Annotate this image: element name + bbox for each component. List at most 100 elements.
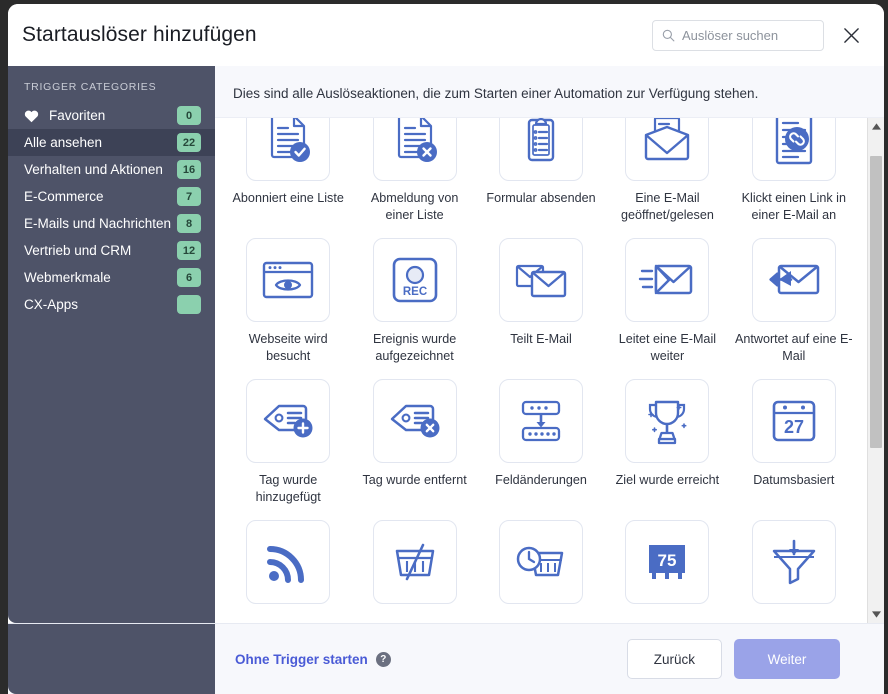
header-actions bbox=[652, 19, 872, 51]
sidebar-item-label: Favoriten bbox=[49, 108, 106, 123]
sidebar-item-count-badge: 0 bbox=[177, 106, 201, 125]
sidebar-item-label: Alle ansehen bbox=[24, 135, 103, 150]
trigger-card-label: Abonniert eine Liste bbox=[232, 191, 344, 205]
trigger-card-label: Tag wurde hinzugefügt bbox=[255, 473, 321, 504]
trigger-card-tile[interactable] bbox=[751, 238, 836, 322]
trigger-card-label: Webseite wird besucht bbox=[248, 332, 328, 363]
score-75-icon: 75 bbox=[643, 539, 691, 585]
sidebar-item-verhalten-und-aktionen[interactable]: Verhalten und Aktionen 16 bbox=[8, 156, 215, 183]
sidebar-heading: TRIGGER CATEGORIES bbox=[24, 81, 157, 93]
trigger-card-label: Leitet eine E-Mail weiter bbox=[618, 332, 717, 363]
scroll-up-arrow-icon[interactable] bbox=[868, 118, 884, 135]
trigger-card-tile[interactable]: 75 bbox=[625, 520, 710, 604]
trigger-grid-scroll: Abonniert eine Liste Abmeldung von einer … bbox=[215, 118, 867, 623]
svg-text:27: 27 bbox=[784, 417, 804, 437]
start-without-trigger-label: Ohne Trigger starten bbox=[235, 651, 368, 667]
sidebar-item-count-badge: 6 bbox=[177, 268, 201, 287]
trigger-card[interactable]: Klickt einen Link in einer E-Mail an bbox=[731, 118, 857, 228]
trigger-card[interactable]: Abonniert eine Liste bbox=[225, 118, 351, 228]
footer-content: Ohne Trigger starten ? Zurück Weiter bbox=[215, 624, 862, 694]
sidebar-item-count-badge: 7 bbox=[177, 187, 201, 206]
back-button[interactable]: Zurück bbox=[626, 639, 722, 679]
close-icon[interactable] bbox=[838, 22, 864, 48]
page-title: Startauslöser hinzufügen bbox=[22, 23, 257, 46]
help-icon[interactable]: ? bbox=[375, 651, 391, 667]
trigger-card-tile[interactable] bbox=[372, 520, 457, 604]
trigger-card-tile[interactable]: REC bbox=[372, 238, 457, 322]
trigger-card-tile[interactable] bbox=[498, 379, 583, 463]
forward-envelope-icon bbox=[638, 258, 696, 302]
trigger-card[interactable]: REC Ereignis wurde aufgezeichnet bbox=[351, 232, 477, 369]
trigger-card[interactable]: Teilt E-Mail bbox=[478, 232, 604, 369]
trigger-card[interactable]: Antwortet auf eine E-Mail bbox=[731, 232, 857, 369]
scroll-down-arrow-icon[interactable] bbox=[868, 606, 884, 623]
trigger-card-tile[interactable] bbox=[625, 238, 710, 322]
trigger-card-tile[interactable] bbox=[246, 238, 331, 322]
trigger-card[interactable]: Feldänderungen bbox=[478, 373, 604, 510]
main-subtitle: Dies sind alle Auslöseaktionen, die zum … bbox=[215, 66, 884, 117]
next-button[interactable]: Weiter bbox=[734, 639, 840, 679]
trigger-card[interactable]: 75 bbox=[604, 514, 730, 617]
sidebar-item-label: Vertrieb und CRM bbox=[24, 243, 132, 258]
trigger-card-tile[interactable] bbox=[625, 118, 710, 181]
sidebar-item-vertrieb-und-crm[interactable]: Vertrieb und CRM 12 bbox=[8, 237, 215, 264]
trigger-card[interactable] bbox=[225, 514, 351, 617]
sidebar-item-alle-ansehen[interactable]: Alle ansehen 22 bbox=[8, 129, 215, 156]
trigger-card[interactable]: Abmeldung von einer Liste bbox=[351, 118, 477, 228]
trigger-card[interactable]: Webseite wird besucht bbox=[225, 232, 351, 369]
trigger-card[interactable]: Eine E-Mail geöffnet/gelesen bbox=[604, 118, 730, 228]
trigger-card-tile[interactable] bbox=[372, 118, 457, 181]
footer-buttons: Zurück Weiter bbox=[626, 639, 840, 679]
rss-icon bbox=[264, 538, 312, 586]
sidebar-item-count-badge: 12 bbox=[177, 241, 201, 260]
trigger-card[interactable]: 27 Datumsbasiert bbox=[731, 373, 857, 510]
sidebar-item-cx-apps[interactable]: CX-Apps bbox=[8, 291, 215, 318]
trigger-card-tile[interactable]: 27 bbox=[751, 379, 836, 463]
trigger-card-label: Abmeldung von einer Liste bbox=[370, 191, 459, 222]
sidebar-item-e-mails-und-nachrichten[interactable]: E-Mails und Nachrichten 8 bbox=[8, 210, 215, 237]
trigger-grid: Abonniert eine Liste Abmeldung von einer … bbox=[215, 118, 867, 617]
trigger-card-tile[interactable] bbox=[751, 520, 836, 604]
search-box[interactable] bbox=[652, 19, 824, 51]
reply-envelope-icon bbox=[765, 258, 823, 302]
vertical-scrollbar[interactable] bbox=[867, 118, 884, 623]
trigger-card[interactable]: Formular absenden bbox=[478, 118, 604, 228]
trigger-card[interactable]: Tag wurde hinzugefügt bbox=[225, 373, 351, 510]
trigger-card-label: Formular absenden bbox=[486, 191, 596, 205]
sidebar-item-label: Verhalten und Aktionen bbox=[24, 162, 163, 177]
trigger-card[interactable] bbox=[731, 514, 857, 617]
sidebar-item-label: E-Commerce bbox=[24, 189, 104, 204]
sidebar-item-count-badge bbox=[177, 295, 201, 314]
trigger-card-tile[interactable] bbox=[498, 520, 583, 604]
trigger-card[interactable]: Leitet eine E-Mail weiter bbox=[604, 232, 730, 369]
trigger-card-tile[interactable] bbox=[751, 118, 836, 181]
trigger-card-label: Antwortet auf eine E-Mail bbox=[734, 332, 853, 363]
trigger-card-tile[interactable] bbox=[246, 379, 331, 463]
sidebar-item-count-badge: 8 bbox=[177, 214, 201, 233]
trigger-card[interactable] bbox=[478, 514, 604, 617]
trigger-card-tile[interactable] bbox=[246, 118, 331, 181]
svg-text:75: 75 bbox=[658, 551, 677, 570]
trigger-card-tile[interactable] bbox=[372, 379, 457, 463]
footer-sidebar-spacer bbox=[8, 624, 215, 694]
document-check-icon bbox=[260, 118, 316, 167]
sidebar-item-webmerkmale[interactable]: Webmerkmale 6 bbox=[8, 264, 215, 291]
trigger-card[interactable] bbox=[351, 514, 477, 617]
trigger-card[interactable]: Ziel wurde erreicht bbox=[604, 373, 730, 510]
sidebar-item-favoriten[interactable]: Favoriten 0 bbox=[8, 102, 215, 129]
trophy-icon bbox=[640, 395, 694, 447]
search-input[interactable] bbox=[682, 27, 814, 43]
scrollbar-thumb[interactable] bbox=[870, 156, 882, 448]
trigger-card[interactable]: Tag wurde entfernt bbox=[351, 373, 477, 510]
sidebar: TRIGGER CATEGORIES Favoriten 0 Alle ansehe… bbox=[8, 66, 215, 623]
start-without-trigger-link[interactable]: Ohne Trigger starten ? bbox=[235, 651, 391, 667]
trigger-card-tile[interactable] bbox=[498, 118, 583, 181]
sidebar-item-count-badge: 22 bbox=[177, 133, 201, 152]
sidebar-item-count-badge: 16 bbox=[177, 160, 201, 179]
document-link-icon bbox=[768, 118, 820, 167]
browser-eye-icon bbox=[259, 256, 317, 304]
trigger-card-tile[interactable] bbox=[246, 520, 331, 604]
trigger-card-tile[interactable] bbox=[625, 379, 710, 463]
sidebar-item-e-commerce[interactable]: E-Commerce 7 bbox=[8, 183, 215, 210]
trigger-card-tile[interactable] bbox=[498, 238, 583, 322]
